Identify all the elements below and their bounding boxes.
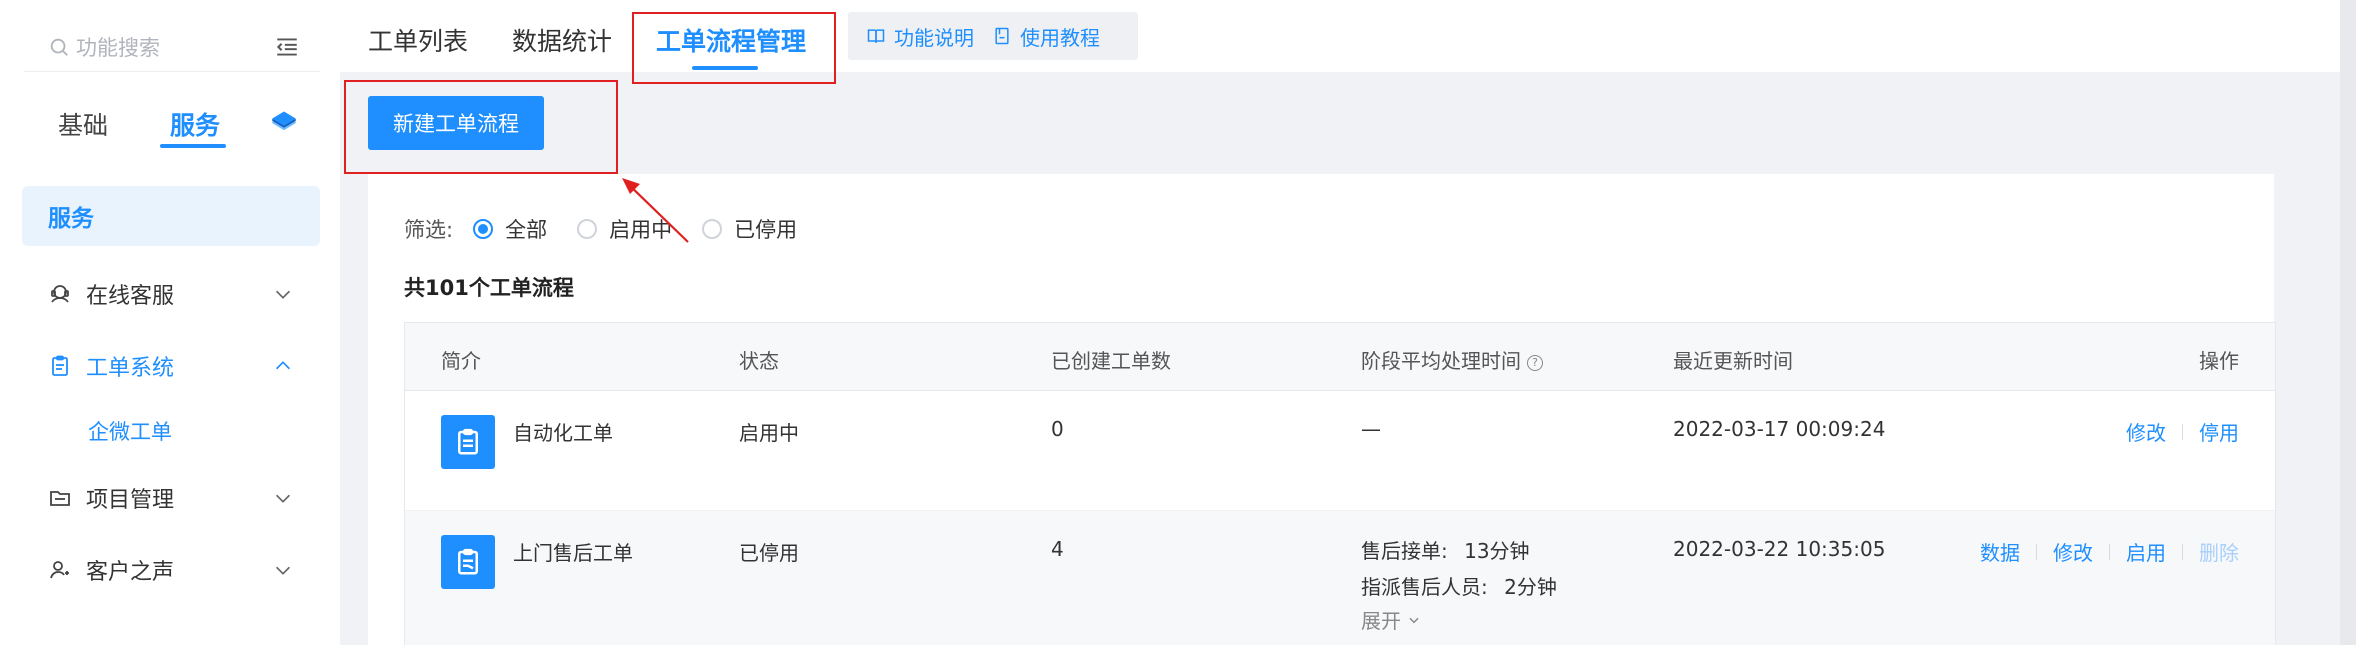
sidebar-top-tabs: 基础 服务 [24,100,320,150]
tutorial-link[interactable]: 使用教程 [992,22,1100,51]
function-search[interactable]: 功能搜索 [24,22,320,72]
tab-underline [160,144,226,148]
col-status: 状态 [739,349,779,373]
delete-link[interactable]: 删除 [2199,537,2239,566]
col-avg-stage-time-label: 阶段平均处理时间 [1361,349,1521,373]
radio-unchecked-icon [577,219,598,239]
search-input[interactable]: 功能搜索 [76,32,160,62]
data-link[interactable]: 数据 [1980,537,2020,566]
chevron-down-icon [275,290,291,299]
book-icon [867,29,885,43]
chevron-down-icon [275,494,291,503]
workflow-name: 上门售后工单 [513,541,633,565]
divider [2182,423,2183,440]
annotation-highlight-button [344,80,618,174]
edit-link[interactable]: 修改 [2053,537,2093,566]
sidebar-item-label: 工单系统 [86,356,175,381]
annotation-highlight-tab [632,12,836,84]
search-icon [50,38,68,56]
table-row: 自动化工单 启用中 0 — 2022-03-17 00:09:24 修改 停用 [405,391,2275,511]
disable-link[interactable]: 停用 [2199,417,2239,446]
workflow-avg-time: — [1361,417,1381,441]
folder-icon [50,491,70,506]
section-title: 服务 [48,206,94,232]
scrollbar[interactable] [2340,0,2356,645]
sidebar-item-customer-voice[interactable]: 客户之声 [22,544,320,596]
chevron-down-icon [1409,617,1419,623]
filter-disabled-radio[interactable]: 已停用 [702,214,797,244]
col-summary: 简介 [441,349,481,373]
table-row: 上门售后工单 已停用 4 售后接单: 13分钟 指派售后人员: 2分钟 展开 2… [405,511,2275,645]
stage-line: 售后接单: 13分钟 [1361,533,1557,569]
clipboard-icon [52,355,68,376]
filter-option-label: 已停用 [734,218,798,242]
workflow-updated: 2022-03-17 00:09:24 [1673,417,1886,441]
sidebar-subitem-wecom-ticket[interactable]: 企微工单 [88,416,172,446]
workflow-created-count: 4 [1051,537,1064,561]
stage-value: 13分钟 [1464,539,1530,563]
workflow-table: 简介 状态 已创建工单数 阶段平均处理时间? 最近更新时间 操作 自动化工单 启… [404,322,2276,645]
sidebar-item-label: 在线客服 [86,284,175,309]
sidebar: 功能搜索 基础 服务 服务 在线客服 工单系统 企微工单 项目管理 客户之声 [0,0,340,645]
enable-link[interactable]: 启用 [2126,537,2166,566]
section-service[interactable]: 服务 [22,186,320,246]
radio-checked-icon [473,219,494,239]
divider [2109,543,2110,560]
filter-label: 筛选: [404,218,454,242]
expand-label: 展开 [1361,609,1401,633]
stage-label: 售后接单: [1361,539,1448,563]
col-actions: 操作 [2199,349,2239,373]
sidebar-item-label: 客户之声 [86,560,175,585]
workflow-clipboard-icon [441,535,495,589]
menu-fold-icon[interactable] [274,34,300,60]
annotation-arrow-icon [622,178,689,243]
workflow-status: 启用中 [739,421,799,445]
feature-description-link[interactable]: 功能说明 [866,22,974,51]
divider [2036,543,2037,560]
workflow-name: 自动化工单 [513,421,613,445]
table-header: 简介 状态 已创建工单数 阶段平均处理时间? 最近更新时间 操作 [405,323,2275,391]
tab-statistics[interactable]: 数据统计 [512,22,612,58]
expand-toggle[interactable]: 展开 [1361,605,1557,634]
col-updated: 最近更新时间 [1673,349,1793,373]
tab-ticket-list[interactable]: 工单列表 [368,22,468,58]
feature-description-label: 功能说明 [894,25,974,50]
user-voice-icon [50,561,69,579]
workflow-clipboard-icon [441,415,495,469]
sidebar-item-online-service[interactable]: 在线客服 [22,268,320,320]
sidebar-item-project-management[interactable]: 项目管理 [22,472,320,524]
workflow-status: 已停用 [739,541,799,565]
headset-icon [51,285,69,303]
col-avg-stage-time: 阶段平均处理时间? [1361,345,1543,374]
tutorial-label: 使用教程 [1020,25,1100,50]
edit-link[interactable]: 修改 [2126,417,2166,446]
radio-unchecked-icon [702,219,723,239]
sidebar-item-ticket-system[interactable]: 工单系统 [22,340,320,392]
status-filter: 筛选: 全部 启用中 已停用 [404,214,797,244]
chevron-down-icon [275,566,291,575]
document-icon [995,27,1009,45]
workflow-stage-times: 售后接单: 13分钟 指派售后人员: 2分钟 展开 [1361,533,1557,634]
stage-line: 指派售后人员: 2分钟 [1361,569,1557,605]
workflow-created-count: 0 [1051,417,1064,441]
divider [2182,543,2183,560]
tab-basic[interactable]: 基础 [58,106,108,142]
help-links: 功能说明 使用教程 [848,12,1138,60]
tab-service[interactable]: 服务 [170,106,220,142]
sidebar-item-label: 项目管理 [86,488,175,513]
workflow-count: 共101个工单流程 [404,276,574,300]
row-actions: 修改 停用 [2126,417,2239,446]
stage-label: 指派售后人员: [1361,575,1488,599]
filter-all-radio[interactable]: 全部 [473,214,547,244]
layers-icon[interactable] [270,108,298,136]
row-actions: 数据 修改 启用 删除 [1980,537,2239,566]
workflow-updated: 2022-03-22 10:35:05 [1673,537,1886,561]
stage-value: 2分钟 [1504,575,1557,599]
filter-option-label: 全部 [505,218,548,242]
col-created-count: 已创建工单数 [1051,349,1171,373]
chevron-up-icon [275,361,291,370]
question-icon[interactable]: ? [1527,354,1543,371]
